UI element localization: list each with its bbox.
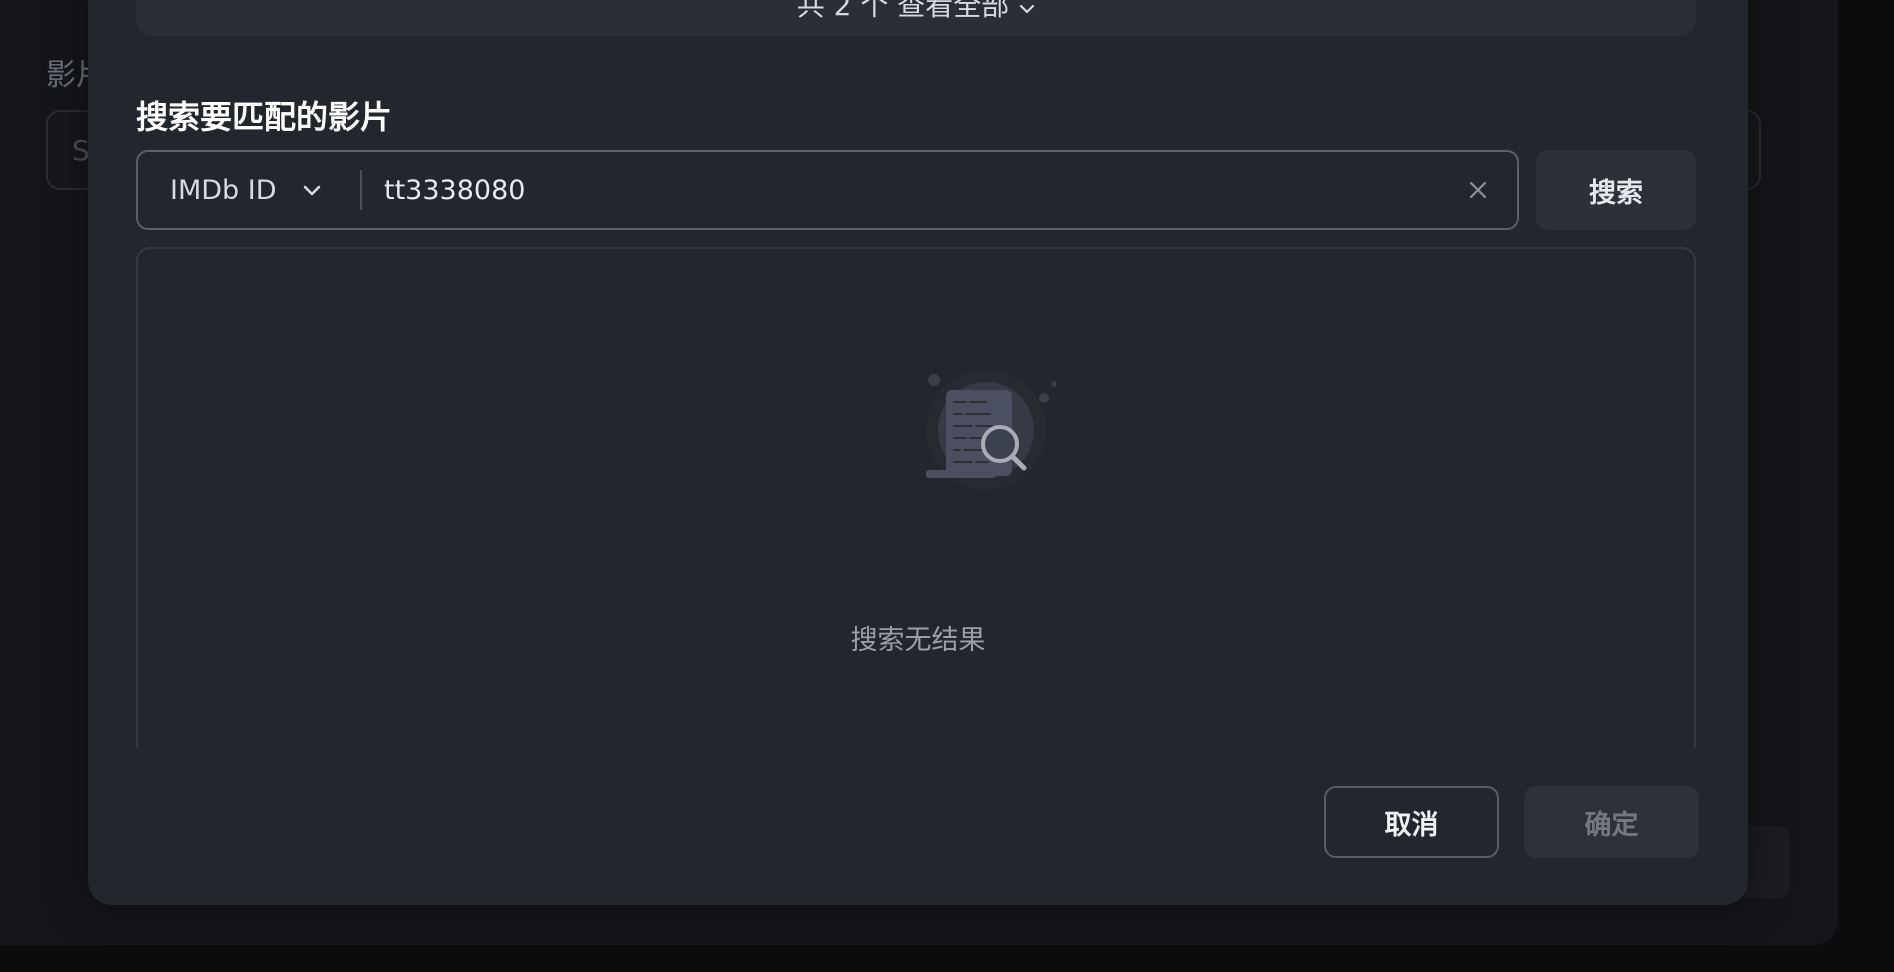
search-button[interactable]: 搜索 bbox=[1536, 150, 1696, 230]
chevron-down-icon bbox=[303, 185, 320, 196]
close-icon[interactable] bbox=[1466, 178, 1490, 202]
search-input[interactable] bbox=[384, 164, 1444, 216]
summary-text-row: 共 2 个 查看全部 bbox=[136, 0, 1696, 24]
selected-items-summary[interactable]: 共 2 个 查看全部 bbox=[136, 0, 1696, 36]
confirm-button[interactable]: 确定 bbox=[1524, 786, 1699, 858]
search-bar: IMDb ID bbox=[136, 150, 1519, 230]
cancel-button[interactable]: 取消 bbox=[1324, 786, 1499, 858]
match-movie-dialog: 共 2 个 查看全部 搜索要匹配的影片 IMDb ID 搜索 bbox=[88, 0, 1748, 905]
empty-results-text: 搜索无结果 bbox=[850, 625, 986, 656]
summary-text: 共 2 个 查看全部 bbox=[796, 0, 1010, 22]
empty-search-illustration bbox=[926, 370, 1056, 490]
section-title: 搜索要匹配的影片 bbox=[136, 98, 393, 136]
search-type-label: IMDb ID bbox=[170, 174, 277, 206]
search-type-select[interactable]: IMDb ID bbox=[138, 152, 360, 228]
search-divider bbox=[360, 170, 362, 210]
chevron-down-icon bbox=[1019, 0, 1035, 20]
